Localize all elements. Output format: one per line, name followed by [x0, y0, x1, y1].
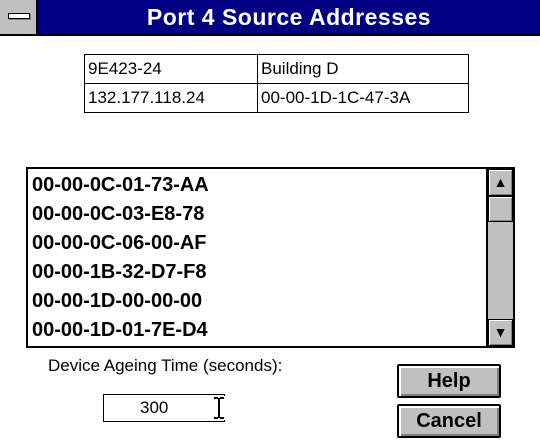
help-button[interactable]: Help — [397, 364, 501, 398]
address-list: 00-00-0C-01-73-AA 00-00-0C-03-E8-78 00-0… — [28, 169, 486, 346]
list-item[interactable]: 00-00-1D-01-7E-D4 — [28, 316, 486, 345]
location-cell: Building D — [257, 54, 469, 84]
scroll-down-button[interactable]: ▼ — [488, 319, 513, 346]
list-item[interactable]: 00-00-1D-00-00-00 — [28, 287, 486, 316]
arrow-down-icon: ▼ — [493, 324, 508, 340]
window-title: Port 4 Source Addresses — [146, 4, 432, 30]
cancel-button[interactable]: Cancel — [397, 404, 501, 438]
port-info-table: 9E423-24 Building D 132.177.118.24 00-00… — [84, 54, 469, 113]
list-item[interactable]: 00-00-1B-32-D7-F8 — [28, 258, 486, 287]
device-id-cell: 9E423-24 — [84, 54, 258, 84]
system-menu-button[interactable] — [0, 0, 38, 34]
i-beam-cursor-icon — [213, 396, 225, 420]
title-bar[interactable]: Port 4 Source Addresses — [0, 0, 540, 36]
ageing-time-label: Device Ageing Time (seconds): — [48, 356, 283, 375]
system-menu-icon — [8, 13, 30, 19]
scroll-up-button[interactable]: ▲ — [488, 169, 513, 196]
list-item[interactable]: 00-00-0C-06-00-AF — [28, 229, 486, 258]
source-address-listbox[interactable]: 00-00-0C-01-73-AA 00-00-0C-03-E8-78 00-0… — [26, 167, 515, 348]
scroll-thumb[interactable] — [488, 196, 513, 222]
table-row: 9E423-24 Building D — [84, 54, 469, 84]
vertical-scrollbar[interactable]: ▲ ▼ — [486, 169, 513, 346]
list-item[interactable]: 00-00-0C-03-E8-78 — [28, 200, 486, 229]
mac-address-cell: 00-00-1D-1C-47-3A — [257, 83, 469, 113]
ip-address-cell: 132.177.118.24 — [84, 83, 258, 113]
table-row: 132.177.118.24 00-00-1D-1C-47-3A — [84, 83, 469, 113]
list-item[interactable]: 00-00-0C-01-73-AA — [28, 171, 486, 200]
ageing-time-input[interactable]: 300 — [103, 394, 225, 422]
arrow-up-icon: ▲ — [493, 174, 508, 190]
dialog-window: Port 4 Source Addresses 9E423-24 Buildin… — [0, 0, 540, 440]
